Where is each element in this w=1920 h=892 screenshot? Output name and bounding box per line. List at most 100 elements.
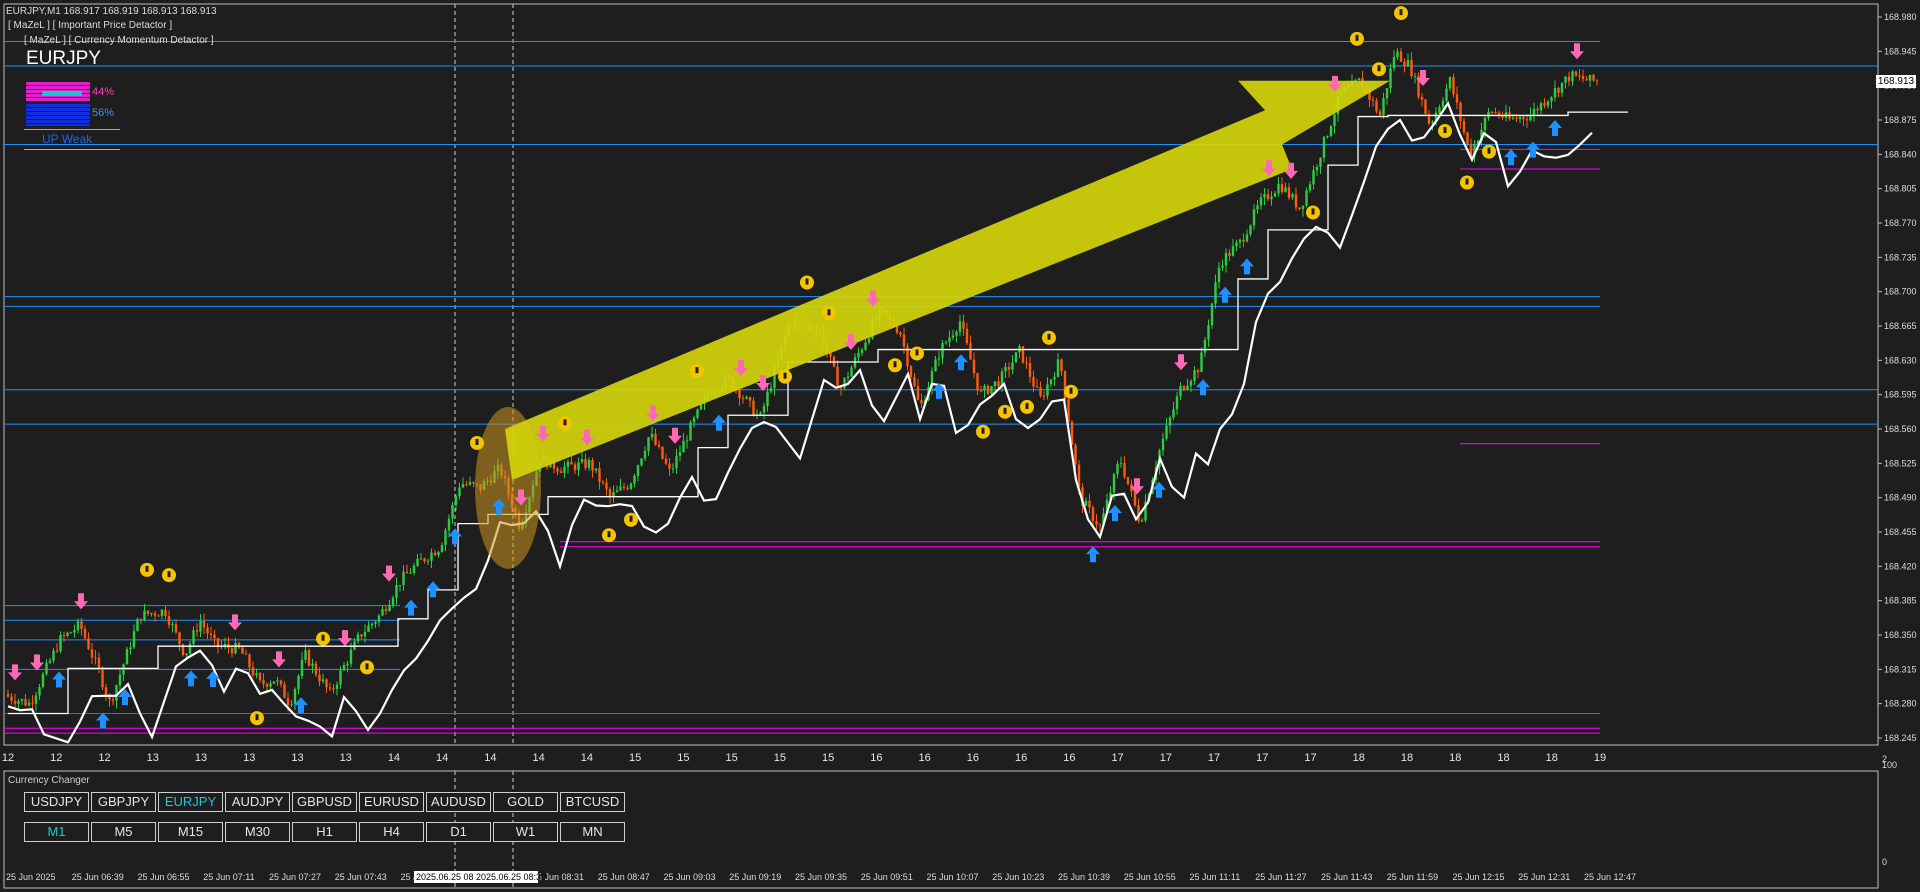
candle-body [69, 632, 73, 634]
y-tick-label: 168.770 [1884, 218, 1917, 228]
x-hour-label: 17 [1111, 752, 1123, 764]
x-hour-label: 16 [918, 752, 930, 764]
timeframe-button-mn[interactable]: MN [560, 822, 625, 842]
candle-body [367, 625, 370, 632]
timeframe-button-h1[interactable]: H1 [292, 822, 357, 842]
candle-body [1448, 77, 1452, 89]
candle-body [1459, 102, 1462, 121]
strength-down-bar [26, 104, 90, 126]
x-time-label: 25 Jun 2025 [6, 872, 56, 882]
candle-body [1294, 194, 1298, 208]
candle-body [1574, 71, 1578, 76]
candle-body [384, 609, 388, 611]
candle-body [1522, 117, 1525, 120]
candle-body [1301, 205, 1305, 209]
pair-button-gbpjpy[interactable]: GBPJPY [91, 792, 156, 812]
candle-body [55, 650, 59, 652]
coin-signal-glyph [893, 361, 897, 368]
timeframe-button-h4[interactable]: H4 [359, 822, 424, 842]
x-hour-label: 17 [1256, 752, 1268, 764]
candle-body [76, 621, 80, 631]
candle-body [360, 634, 363, 637]
pair-button-audjpy[interactable]: AUDJPY [225, 792, 290, 812]
candle-body [66, 632, 69, 636]
y-tick-label: 168.315 [1884, 664, 1917, 674]
candle-body [262, 680, 265, 684]
candle-body [104, 687, 108, 696]
pair-button-eurjpy[interactable]: EURJPY [158, 792, 223, 812]
candle-body [671, 468, 675, 470]
candle-body [13, 700, 17, 704]
pair-button-usdjpy[interactable]: USDJPY [24, 792, 89, 812]
candle-body [1518, 117, 1522, 120]
candle-body [83, 628, 87, 639]
candle-body [920, 399, 923, 404]
candle-body [1235, 242, 1238, 247]
candle-body [1252, 209, 1256, 226]
candle-body [573, 464, 577, 471]
y-tick-label: 168.490 [1884, 493, 1917, 503]
x-time-label: 25 Jun 10:39 [1058, 872, 1110, 882]
x-hour-label: 12 [98, 752, 110, 764]
candle-body [199, 621, 202, 632]
candle-body [1319, 157, 1322, 167]
y-tick-label: 168.980 [1884, 12, 1917, 22]
candle-body [1140, 520, 1144, 522]
candle-body [657, 444, 661, 447]
candle-body [591, 460, 594, 471]
candle-body [836, 366, 839, 389]
currency-changer-title: Currency Changer [8, 775, 90, 786]
pair-button-gbpusd[interactable]: GBPUSD [292, 792, 357, 812]
timeframe-button-w1[interactable]: W1 [493, 822, 558, 842]
candle-body [993, 381, 997, 387]
candle-body [1585, 79, 1588, 81]
coin-signal-glyph [1069, 387, 1073, 394]
crosshair-time-label: 2025.06.25 08:30 [476, 872, 546, 882]
candle-body [349, 649, 353, 664]
candle-body [864, 342, 867, 350]
candle-body [1280, 183, 1284, 192]
candle-body [1557, 88, 1560, 93]
candle-body [356, 634, 360, 642]
x-time-label: 25 Jun 10:07 [927, 872, 979, 882]
x-hour-label: 15 [677, 752, 689, 764]
candle-body [125, 648, 129, 665]
pair-button-btcusd[interactable]: BTCUSD [560, 792, 625, 812]
candle-body [1119, 463, 1123, 465]
candle-body [248, 654, 251, 668]
candle-body [377, 615, 381, 623]
coin-signal-glyph [915, 349, 919, 356]
timeframe-button-m15[interactable]: M15 [158, 822, 223, 842]
candle-body [31, 702, 34, 704]
candle-body [1494, 112, 1497, 114]
candle-body [1025, 362, 1028, 364]
candle-body [1084, 500, 1088, 506]
pair-button-eurusd[interactable]: EURUSD [359, 792, 424, 812]
timeframe-button-d1[interactable]: D1 [426, 822, 491, 842]
candle-body [1053, 376, 1056, 380]
y-tick-label: 168.595 [1884, 390, 1917, 400]
candle-body [1207, 325, 1210, 340]
candle-body [1315, 166, 1319, 171]
candle-body [867, 338, 871, 343]
x-hour-label: 15 [822, 752, 834, 764]
coin-signal-glyph [783, 372, 787, 379]
pair-button-audusd[interactable]: AUDUSD [426, 792, 491, 812]
x-time-label: 25 Jun 12:31 [1518, 872, 1570, 882]
candle-body [570, 461, 573, 465]
y-tick-label: 168.385 [1884, 596, 1917, 606]
candle-body [1175, 396, 1179, 410]
x-time-label: 25 Jun 07:43 [335, 872, 387, 882]
candle-body [741, 398, 745, 400]
y-tick-label: 168.735 [1884, 252, 1917, 262]
candle-body [153, 613, 157, 616]
candle-body [759, 412, 762, 415]
pair-button-gold[interactable]: GOLD [493, 792, 558, 812]
candle-body [297, 675, 300, 690]
timeframe-button-m30[interactable]: M30 [225, 822, 290, 842]
timeframe-button-m5[interactable]: M5 [91, 822, 156, 842]
x-hour-label: 16 [1015, 752, 1027, 764]
timeframe-button-m1[interactable]: M1 [24, 822, 89, 842]
candle-body [136, 618, 139, 632]
chart-root: 168.980168.945168.910168.875168.840168.8… [0, 0, 1920, 892]
